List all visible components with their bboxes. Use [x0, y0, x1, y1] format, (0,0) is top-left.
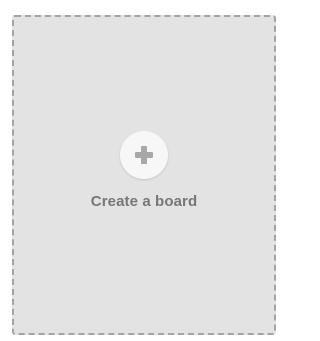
create-board-label: Create a board	[90, 193, 198, 210]
create-board-button[interactable]	[120, 131, 168, 179]
create-board-card[interactable]: Create a board	[12, 15, 276, 335]
plus-icon	[135, 146, 153, 164]
